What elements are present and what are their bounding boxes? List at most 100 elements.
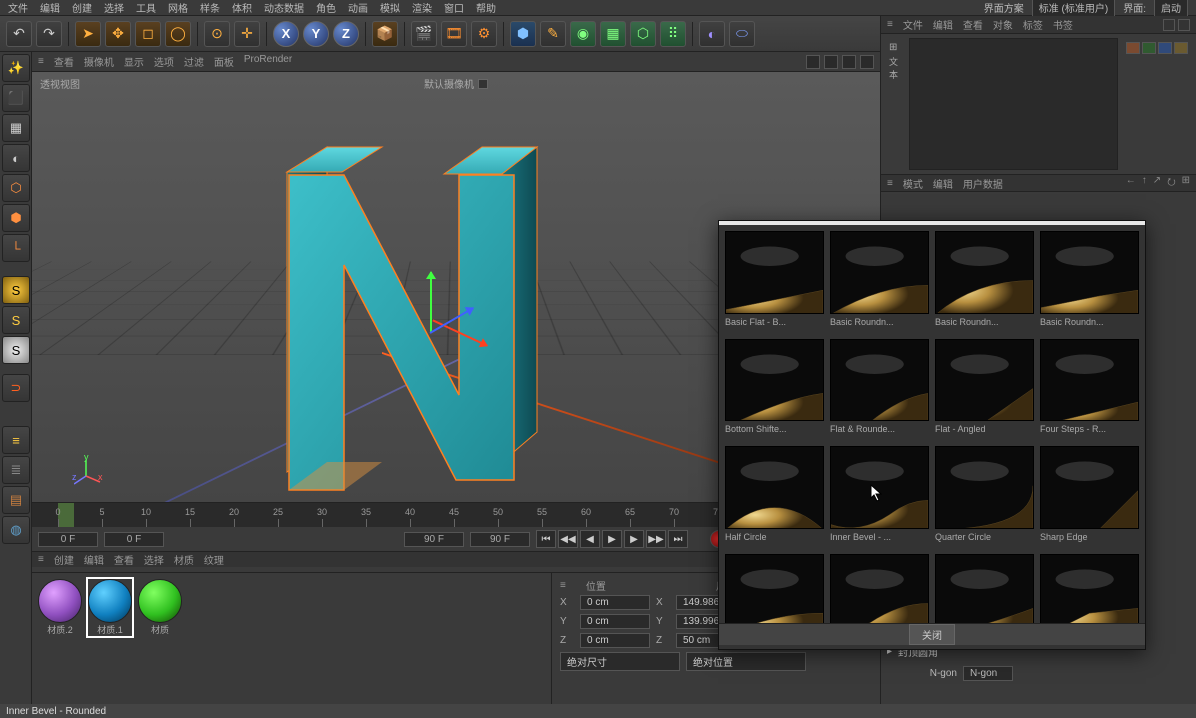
layout-dropdown[interactable]: 启动 [1154, 0, 1188, 17]
scale-tool-button[interactable]: ◻ [135, 21, 161, 47]
menu-spline[interactable]: 样条 [200, 0, 220, 15]
bevel-preset-item[interactable]: Sharp Edge [1040, 446, 1139, 548]
bevel-preset-item[interactable] [1040, 554, 1139, 624]
bevel-preset-item[interactable]: Four Steps - R... [1040, 339, 1139, 441]
texture-mode-button[interactable]: ▦ [2, 114, 30, 142]
goto-prevkey-button[interactable]: ◀◀ [558, 530, 578, 548]
tag-swatch-1[interactable] [1126, 42, 1140, 54]
snap-3d-button[interactable]: S [2, 336, 30, 364]
material-item[interactable]: 材质.2 [38, 579, 82, 636]
start-frame-field[interactable]: 0 F [38, 532, 98, 547]
popup-close-button[interactable]: 关闭 [909, 624, 955, 645]
recent-tool-button[interactable]: ⊙ [204, 21, 230, 47]
tag-swatch-3[interactable] [1158, 42, 1172, 54]
scheme-dropdown[interactable]: 标准 (标准用户) [1032, 0, 1115, 17]
bevel-preset-item[interactable]: Quarter Circle [935, 446, 1034, 548]
bevel-preset-item[interactable]: Half Circle [725, 446, 824, 548]
deformer-button[interactable]: ◐ [699, 21, 725, 47]
om-filter-icon[interactable] [1178, 19, 1190, 31]
coord-system-button[interactable]: 📦 [372, 21, 398, 47]
om-menu-bookmarks[interactable]: 书签 [1053, 17, 1073, 32]
layer1-icon[interactable]: ≡ [2, 426, 30, 454]
edge-mode-button[interactable]: ⬢ [2, 204, 30, 232]
vp-menu-filter[interactable]: 过滤 [184, 54, 204, 69]
menu-edit[interactable]: 编辑 [40, 0, 60, 15]
point-mode-button[interactable]: ⬡ [2, 174, 30, 202]
render-active-button[interactable]: 🎞 [441, 21, 467, 47]
nav-fwd-icon[interactable]: ↗ [1153, 175, 1161, 192]
vp-nav-max[interactable] [860, 55, 874, 69]
hamburger-icon[interactable]: ≡ [38, 56, 44, 67]
nav-back-icon[interactable]: ← [1126, 175, 1136, 192]
workplane-button[interactable]: ◐ [2, 144, 30, 172]
menu-file[interactable]: 文件 [8, 0, 28, 15]
goto-end-button[interactable]: ⏭ [668, 530, 688, 548]
mat-menu-texture[interactable]: 纹理 [204, 552, 224, 567]
bevel-preset-item[interactable]: Flat - Angled [935, 339, 1034, 441]
bevel-preset-item[interactable] [935, 554, 1034, 624]
goto-start-button[interactable]: ⏮ [536, 530, 556, 548]
end-frame-field[interactable]: 90 F [404, 532, 464, 547]
layer2-icon[interactable]: ≣ [2, 456, 30, 484]
mat-menu-view[interactable]: 查看 [114, 552, 134, 567]
goto-nextkey-button[interactable]: ▶▶ [646, 530, 666, 548]
menu-animate[interactable]: 动画 [348, 0, 368, 15]
material-item[interactable]: 材质 [138, 579, 182, 636]
hamburger-icon[interactable]: ≡ [38, 554, 44, 565]
vp-menu-options[interactable]: 选项 [154, 54, 174, 69]
menu-render[interactable]: 渲染 [412, 0, 432, 15]
tag-swatch-4[interactable] [1174, 42, 1188, 54]
bevel-preset-item[interactable]: Basic Flat - B... [725, 231, 824, 333]
bevel-preset-item[interactable]: Flat & Rounde... [830, 339, 929, 441]
cloner-button[interactable]: ⠿ [660, 21, 686, 47]
om-menu-file[interactable]: 文件 [903, 17, 923, 32]
nav-lock-icon[interactable]: ⭮ [1167, 175, 1175, 192]
menu-mesh[interactable]: 网格 [168, 0, 188, 15]
material-item[interactable]: 材质.1 [88, 579, 132, 636]
mat-menu-select[interactable]: 选择 [144, 552, 164, 567]
hamburger-icon[interactable]: ≡ [887, 178, 893, 189]
object-manager-body[interactable]: ⊞ 文本 [881, 34, 1196, 174]
locked-tool-button[interactable]: ✛ [234, 21, 260, 47]
position-field[interactable]: 0 cm [580, 595, 650, 610]
render-view-button[interactable]: 🎬 [411, 21, 437, 47]
vp-nav-zoom[interactable] [842, 55, 856, 69]
instance-button[interactable]: ⬡ [630, 21, 656, 47]
bevel-preset-item[interactable]: Bottom Shifte... [725, 339, 824, 441]
mat-menu-edit[interactable]: 编辑 [84, 552, 104, 567]
magnet-button[interactable]: ⊃ [2, 374, 30, 402]
poly-mode-button[interactable]: └ [2, 234, 30, 262]
am-menu-edit[interactable]: 编辑 [933, 176, 953, 191]
om-menu-object[interactable]: 对象 [993, 17, 1013, 32]
undo-button[interactable]: ↶ [6, 21, 32, 47]
axis-x-toggle[interactable]: X [273, 21, 299, 47]
vp-nav-orbit[interactable] [806, 55, 820, 69]
tag-swatch-2[interactable] [1142, 42, 1156, 54]
am-menu-userdata[interactable]: 用户数据 [963, 176, 1003, 191]
current-frame-field[interactable]: 0 F [104, 532, 164, 547]
cube-primitive-button[interactable]: ⬢ [510, 21, 536, 47]
make-editable-button[interactable]: ✨ [2, 54, 30, 82]
nav-new-icon[interactable]: ⊞ [1182, 175, 1190, 192]
field-button[interactable]: ⬭ [729, 21, 755, 47]
coord-mode-dropdown[interactable]: 绝对尺寸 [560, 652, 680, 671]
spline-pen-button[interactable]: ✎ [540, 21, 566, 47]
prev-frame-button[interactable]: ◀ [580, 530, 600, 548]
live-select-button[interactable]: ➤ [75, 21, 101, 47]
bevel-preset-item[interactable]: Inner Bevel - ... [830, 446, 929, 548]
bevel-preset-item[interactable]: Basic Roundn... [830, 231, 929, 333]
ngon-dropdown[interactable]: N-gon [963, 666, 1013, 681]
next-frame-button[interactable]: ▶ [624, 530, 644, 548]
axis-y-toggle[interactable]: Y [303, 21, 329, 47]
menu-simulate[interactable]: 模拟 [380, 0, 400, 15]
menu-window[interactable]: 窗口 [444, 0, 464, 15]
am-menu-mode[interactable]: 模式 [903, 176, 923, 191]
menu-create[interactable]: 创建 [72, 0, 92, 15]
position-field[interactable]: 0 cm [580, 633, 650, 648]
menu-select[interactable]: 选择 [104, 0, 124, 15]
bevel-preset-item[interactable]: Basic Roundn... [935, 231, 1034, 333]
om-menu-edit[interactable]: 编辑 [933, 17, 953, 32]
max-frame-field[interactable]: 90 F [470, 532, 530, 547]
menu-volume[interactable]: 体积 [232, 0, 252, 15]
snap-2d-button[interactable]: S [2, 306, 30, 334]
